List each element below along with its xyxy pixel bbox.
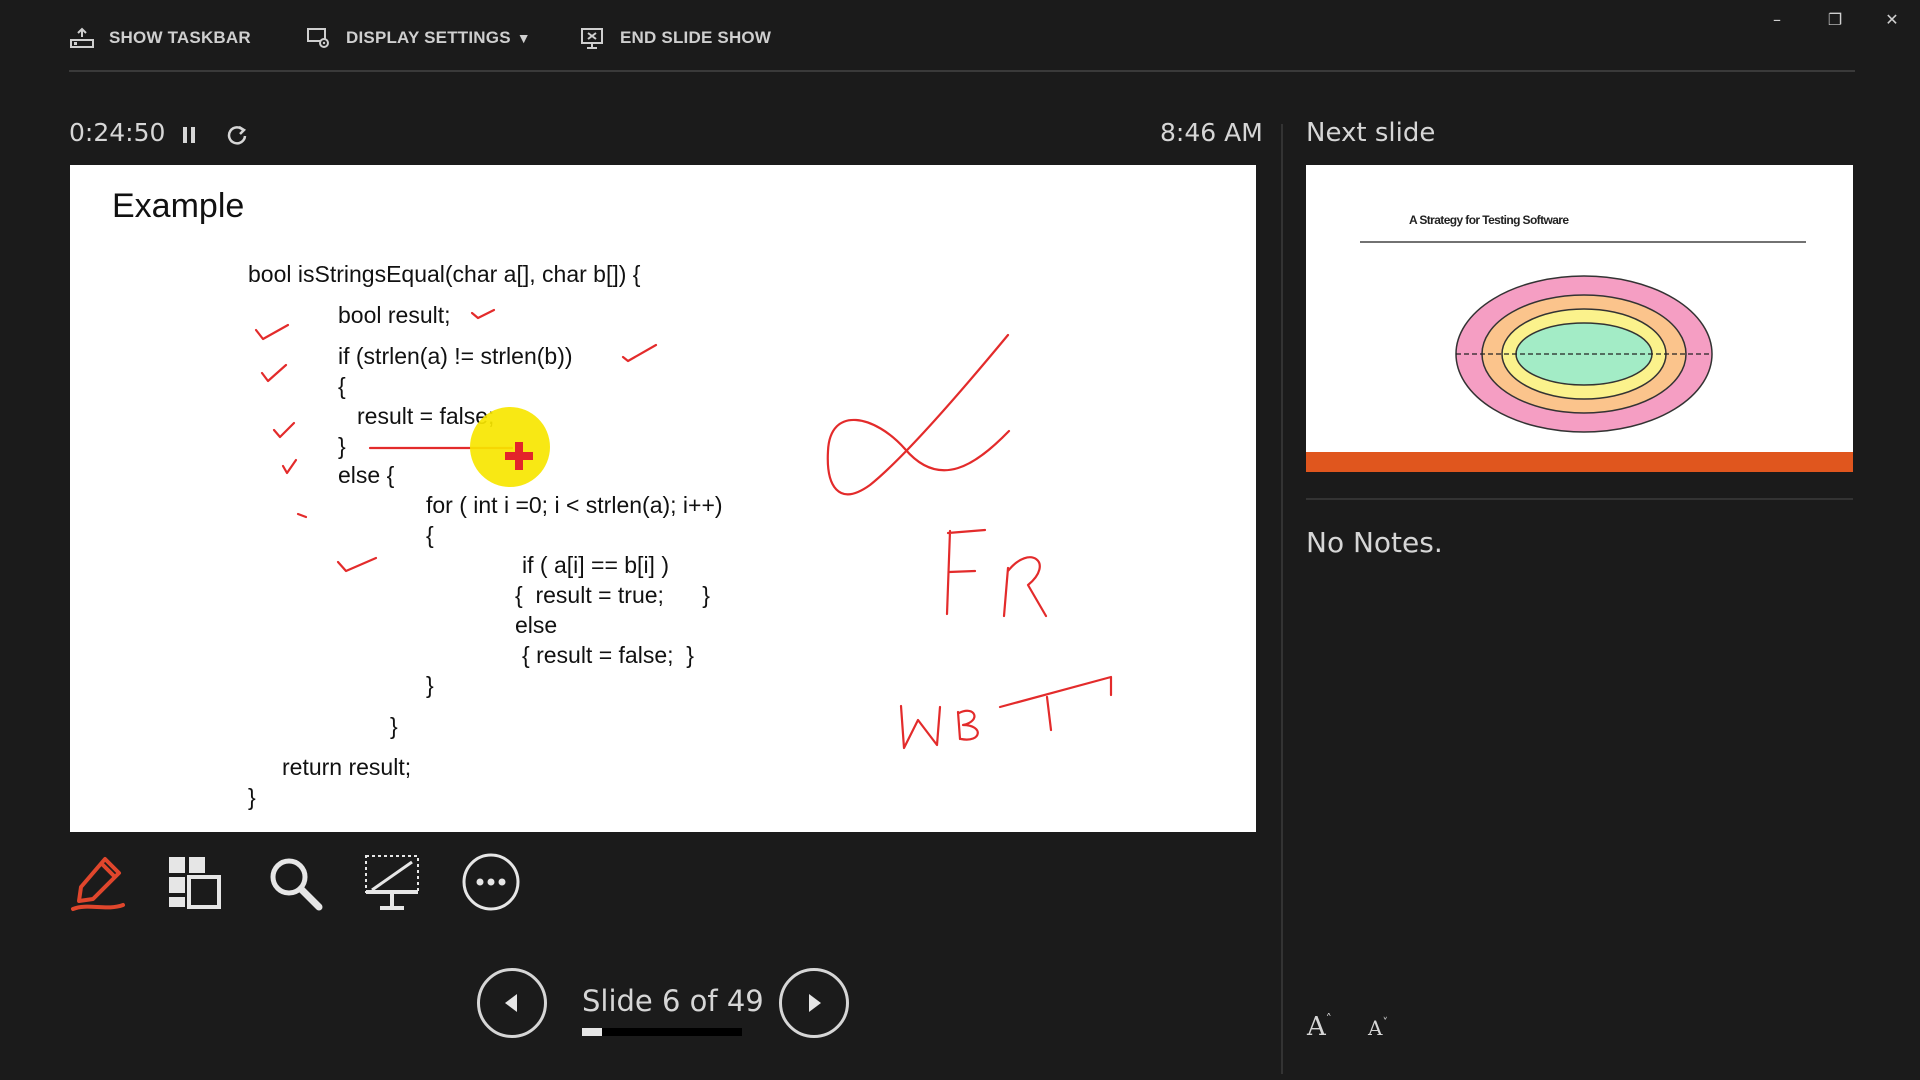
display-settings-icon bbox=[307, 28, 329, 48]
ink-check bbox=[272, 421, 296, 439]
code-line: { bbox=[338, 373, 346, 399]
restart-timer-button[interactable] bbox=[222, 120, 252, 150]
code-line: } bbox=[248, 784, 256, 810]
taskbar-icon bbox=[70, 27, 94, 48]
decrease-font-button[interactable]: A˅ bbox=[1368, 1016, 1388, 1040]
ink-alpha bbox=[826, 333, 1011, 496]
code-line: result = false; bbox=[357, 403, 495, 429]
code-line: bool isStringsEqual(char a[], char b[]) … bbox=[248, 261, 641, 287]
show-taskbar-button[interactable]: SHOW TASKBAR bbox=[69, 26, 251, 50]
ink-check bbox=[621, 343, 658, 363]
next-slide-label: Next slide bbox=[1306, 118, 1436, 148]
next-icon bbox=[809, 994, 821, 1012]
current-time: 8:46 AM bbox=[1160, 118, 1263, 147]
code-line: if ( a[i] == b[i] ) bbox=[522, 552, 669, 578]
notes-divider bbox=[1306, 498, 1853, 500]
minimize-button[interactable]: – bbox=[1757, 6, 1797, 34]
pane-divider bbox=[1281, 124, 1283, 1074]
code-line: else { bbox=[338, 462, 395, 488]
pen-tool-button[interactable] bbox=[66, 850, 130, 914]
slide-counter: Slide 6 of 49 bbox=[582, 984, 764, 1018]
current-slide[interactable]: Example bool isStringsEqual(char a[], ch… bbox=[70, 165, 1256, 832]
end-slide-show-label: END SLIDE SHOW bbox=[620, 28, 772, 47]
code-line: } bbox=[426, 672, 434, 698]
speaker-notes: No Notes. bbox=[1306, 526, 1443, 559]
see-all-slides-button[interactable] bbox=[162, 850, 226, 914]
ink-letter-w bbox=[899, 704, 942, 750]
restart-icon bbox=[227, 125, 247, 145]
code-line: if (strlen(a) != strlen(b)) bbox=[338, 343, 573, 369]
display-settings-button[interactable]: DISPLAY SETTINGS ▼ bbox=[306, 26, 531, 50]
more-icon bbox=[462, 853, 520, 911]
slide-grid-icon bbox=[169, 857, 221, 909]
end-show-icon bbox=[581, 28, 603, 49]
prev-icon bbox=[505, 994, 517, 1012]
code-line: return result; bbox=[282, 754, 412, 780]
pen-icon bbox=[71, 857, 125, 911]
ink-check bbox=[336, 556, 378, 573]
display-settings-label: DISPLAY SETTINGS bbox=[346, 28, 511, 47]
screen-icon bbox=[365, 855, 419, 910]
ink-check bbox=[470, 308, 496, 320]
black-screen-button[interactable] bbox=[360, 850, 424, 914]
slide-progress-fill bbox=[582, 1028, 602, 1036]
restore-button[interactable]: ❐ bbox=[1815, 6, 1855, 34]
next-slide-preview[interactable]: A Strategy for Testing Software bbox=[1306, 165, 1853, 472]
code-line: else bbox=[515, 612, 558, 638]
pause-timer-button[interactable] bbox=[174, 120, 204, 150]
previous-slide-button[interactable] bbox=[477, 968, 547, 1038]
ink-letter-r bbox=[1002, 556, 1048, 618]
next-slide-diagram bbox=[1306, 241, 1853, 472]
ink-check bbox=[281, 458, 298, 475]
ink-letter-f bbox=[945, 528, 987, 616]
increase-font-button[interactable]: A˄ bbox=[1307, 1012, 1332, 1042]
code-line: } bbox=[390, 713, 398, 739]
elapsed-timer: 0:24:50 bbox=[69, 118, 166, 147]
toolbar-divider bbox=[69, 70, 1855, 72]
close-button[interactable]: ✕ bbox=[1872, 6, 1912, 34]
code-line: bool result; bbox=[338, 302, 451, 328]
more-options-button[interactable] bbox=[459, 850, 523, 914]
pause-icon bbox=[183, 127, 195, 143]
code-line: { result = true; } bbox=[515, 582, 710, 608]
zoom-icon bbox=[270, 858, 323, 911]
ink-check bbox=[254, 323, 290, 341]
code-line: } bbox=[338, 433, 346, 459]
code-line: for ( int i =0; i < strlen(a); i++) bbox=[426, 492, 723, 518]
laser-cross bbox=[505, 442, 533, 470]
code-line: { bbox=[426, 522, 434, 548]
ink-letter-t bbox=[998, 675, 1113, 732]
ink-letter-b bbox=[956, 709, 979, 741]
show-taskbar-label: SHOW TASKBAR bbox=[109, 28, 251, 47]
end-slide-show-button[interactable]: END SLIDE SHOW bbox=[580, 26, 771, 50]
slide-progress bbox=[582, 1028, 742, 1036]
next-slide-button[interactable] bbox=[779, 968, 849, 1038]
ink-check bbox=[296, 512, 308, 519]
ink-check bbox=[260, 363, 288, 383]
code-line: { result = false; } bbox=[522, 642, 694, 668]
slide-title: Example bbox=[112, 187, 245, 225]
chevron-down-icon: ▼ bbox=[516, 30, 531, 46]
zoom-button[interactable] bbox=[262, 850, 326, 914]
